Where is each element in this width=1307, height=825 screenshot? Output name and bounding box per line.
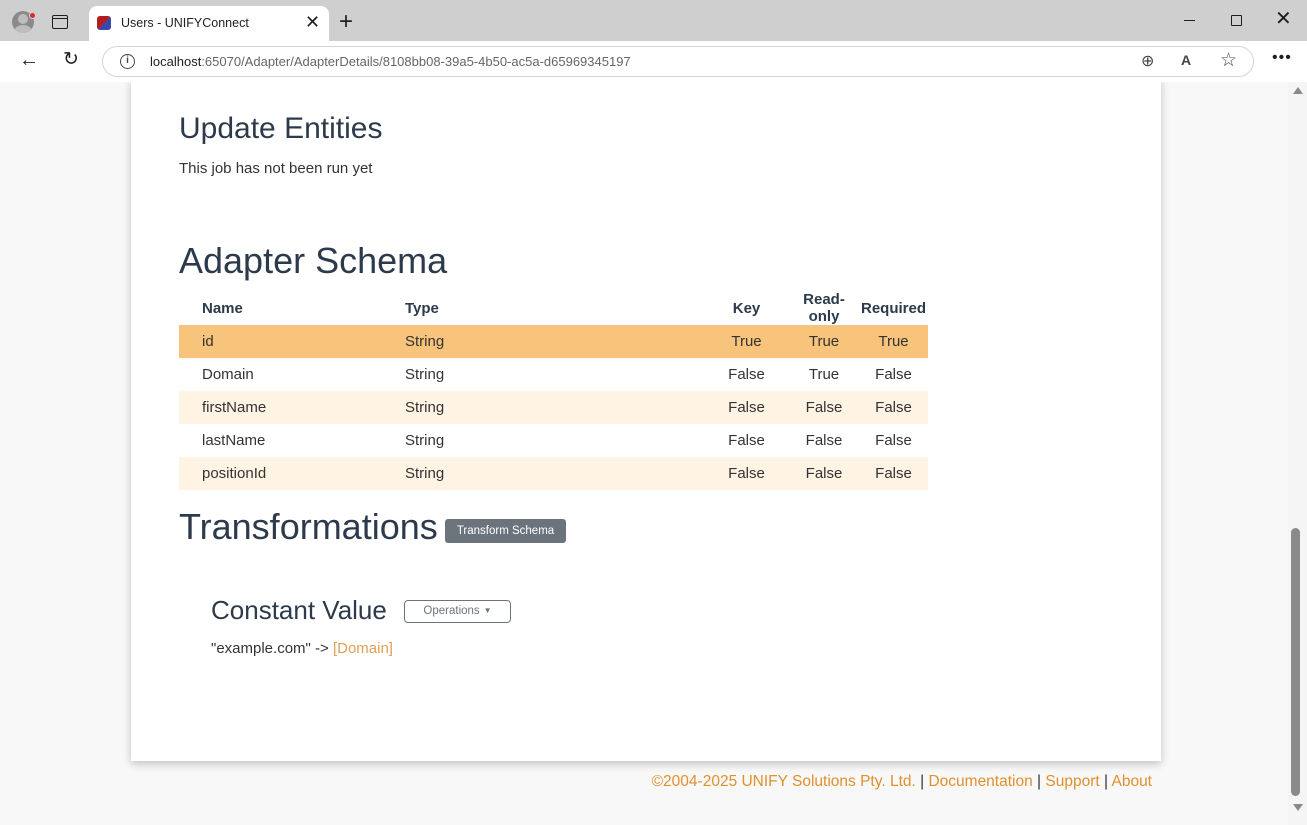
site-favicon-icon xyxy=(97,16,111,30)
cell-type: String xyxy=(405,432,445,449)
cell-readonly: False xyxy=(805,399,843,416)
tab-close-icon[interactable]: ✕ xyxy=(305,13,320,31)
support-link[interactable]: Support xyxy=(1045,773,1099,790)
footer-separator: | xyxy=(1104,773,1109,790)
cell-type: String xyxy=(405,465,445,482)
cell-type: String xyxy=(405,366,445,383)
site-info-icon[interactable]: i xyxy=(120,54,135,69)
col-header-readonly: Read-only xyxy=(803,291,845,325)
table-row: lastName String False False False xyxy=(179,424,928,457)
table-row: Domain String False True False xyxy=(179,358,928,391)
scroll-down-arrow-icon[interactable] xyxy=(1293,804,1303,811)
window-maximize-icon[interactable] xyxy=(1231,15,1242,26)
cell-key: False xyxy=(728,432,765,449)
schema-header-row: Name Type Key Read-only Required xyxy=(179,291,928,325)
col-header-key: Key xyxy=(732,299,761,317)
zoom-icon[interactable]: ⊕ xyxy=(1141,51,1154,71)
cell-readonly: True xyxy=(808,333,840,350)
constant-mapping: "example.com" -> [Domain] xyxy=(211,640,393,657)
about-link[interactable]: About xyxy=(1111,773,1152,790)
window-close-icon[interactable]: ✕ xyxy=(1275,9,1292,29)
cell-key: False xyxy=(728,399,765,416)
cell-name: positionId xyxy=(202,465,267,482)
notification-dot-icon xyxy=(29,12,36,19)
col-header-type: Type xyxy=(405,299,439,317)
cell-required: False xyxy=(875,432,912,449)
cell-required: True xyxy=(878,333,909,350)
update-entities-heading: Update Entities xyxy=(179,112,383,145)
caret-down-icon: ▼ xyxy=(483,606,492,615)
update-status-text: This job has not been run yet xyxy=(179,160,373,177)
new-tab-icon[interactable]: + xyxy=(339,10,353,34)
browser-tab-strip: Users - UNIFYConnect ✕ + ✕ xyxy=(0,0,1307,42)
favorite-star-icon[interactable]: ☆ xyxy=(1220,49,1237,72)
tab-title: Users - UNIFYConnect xyxy=(121,16,249,30)
table-row: positionId String False False False xyxy=(179,457,928,490)
cell-key: False xyxy=(728,366,765,383)
table-row: id String True True True xyxy=(179,325,928,358)
transformations-heading: Transformations xyxy=(179,506,438,547)
cell-readonly: False xyxy=(805,432,843,449)
table-row: firstName String False False False xyxy=(179,391,928,424)
mapping-target: [Domain] xyxy=(332,640,393,657)
mapping-source: "example.com" -> xyxy=(211,640,329,657)
documentation-link[interactable]: Documentation xyxy=(928,773,1032,790)
footer-separator: | xyxy=(1037,773,1042,790)
cell-name: lastName xyxy=(202,432,266,449)
cell-key: True xyxy=(731,333,762,350)
cell-required: False xyxy=(875,399,912,416)
adapter-schema-heading: Adapter Schema xyxy=(179,240,448,281)
scrollbar-thumb[interactable] xyxy=(1291,528,1300,796)
reload-icon[interactable]: ↻ xyxy=(63,49,79,71)
address-bar[interactable]: i localhost:65070/Adapter/AdapterDetails… xyxy=(102,46,1254,77)
back-arrow-icon[interactable]: ← xyxy=(19,49,39,71)
cell-name: firstName xyxy=(202,399,267,416)
col-header-name: Name xyxy=(202,299,243,317)
cell-key: False xyxy=(728,465,765,482)
constant-value-heading: Constant Value xyxy=(211,595,387,625)
cell-name: id xyxy=(202,333,214,350)
browser-tab[interactable]: Users - UNIFYConnect ✕ xyxy=(89,6,329,42)
browser-toolbar: ← ↻ i localhost:65070/Adapter/AdapterDet… xyxy=(0,41,1307,82)
cell-type: String xyxy=(405,333,445,350)
read-aloud-icon[interactable]: A xyxy=(1181,52,1191,68)
cell-readonly: True xyxy=(808,366,840,383)
schema-table: Name Type Key Read-only Required id Stri… xyxy=(179,291,928,490)
cell-readonly: False xyxy=(805,465,843,482)
page-viewport: Update Entities This job has not been ru… xyxy=(0,82,1288,825)
scroll-up-arrow-icon[interactable] xyxy=(1293,87,1303,94)
url-text[interactable]: localhost:65070/Adapter/AdapterDetails/8… xyxy=(150,54,631,69)
tab-actions-icon[interactable] xyxy=(52,15,68,29)
content-card: Update Entities This job has not been ru… xyxy=(131,82,1161,761)
cell-type: String xyxy=(405,399,445,416)
cell-required: False xyxy=(875,366,912,383)
vertical-scrollbar[interactable] xyxy=(1288,82,1307,825)
copyright-link[interactable]: ©2004-2025 UNIFY Solutions Pty. Ltd. xyxy=(652,773,916,790)
url-path: :65070/Adapter/AdapterDetails/8108bb08-3… xyxy=(201,54,631,69)
operations-label: Operations xyxy=(423,605,480,617)
window-minimize-icon[interactable] xyxy=(1184,20,1195,21)
cell-required: False xyxy=(875,465,912,482)
footer-separator: | xyxy=(920,773,925,790)
browser-menu-icon[interactable]: ••• xyxy=(1272,49,1292,67)
operations-dropdown-button[interactable]: Operations ▼ xyxy=(404,600,511,623)
col-header-required: Required xyxy=(860,299,926,317)
transform-schema-button[interactable]: Transform Schema xyxy=(445,519,566,543)
cell-name: Domain xyxy=(202,366,254,383)
page-footer: ©2004-2025 UNIFY Solutions Pty. Ltd. | D… xyxy=(652,773,1152,791)
url-host: localhost xyxy=(150,54,202,69)
